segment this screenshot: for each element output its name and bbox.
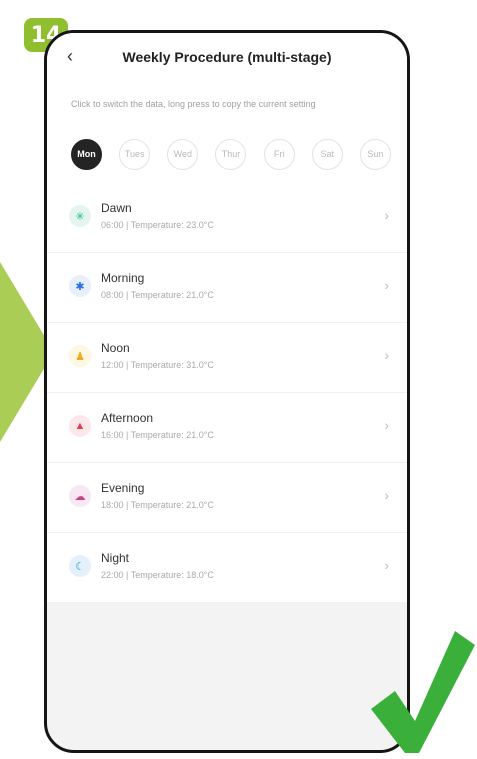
chevron-right-icon: › bbox=[384, 417, 389, 433]
stage-row-noon[interactable]: ♟ Noon 12:00 | Temperature: 31.0°C › bbox=[47, 323, 407, 393]
stage-detail: 16:00 | Temperature: 21.0°C bbox=[101, 430, 214, 440]
cloud-moon-icon: ☁ bbox=[69, 485, 91, 507]
stage-row-evening[interactable]: ☁ Evening 18:00 | Temperature: 21.0°C › bbox=[47, 463, 407, 533]
phone-screen: ‹ Weekly Procedure (multi-stage) Click t… bbox=[44, 30, 410, 753]
header: ‹ Weekly Procedure (multi-stage) Click t… bbox=[47, 33, 407, 183]
day-sat[interactable]: Sat bbox=[311, 138, 343, 170]
stage-name: Afternoon bbox=[101, 411, 154, 425]
stage-list: ✳ Dawn 06:00 | Temperature: 23.0°C › ✱ Mornin… bbox=[47, 183, 407, 603]
day-thur[interactable]: Thur bbox=[215, 138, 247, 170]
stage-name: Dawn bbox=[101, 201, 132, 215]
stage-name: Night bbox=[101, 551, 130, 565]
sunrise-icon: ✳ bbox=[69, 205, 91, 227]
stage-name: Evening bbox=[101, 481, 145, 495]
stage-name: Noon bbox=[101, 341, 130, 355]
page-title: Weekly Procedure (multi-stage) bbox=[122, 49, 332, 65]
day-tues[interactable]: Tues bbox=[119, 138, 151, 170]
stage-detail: 22:00 | Temperature: 18.0°C bbox=[101, 570, 214, 580]
day-mon[interactable]: Mon bbox=[71, 138, 102, 170]
stage-detail: 08:00 | Temperature: 21.0°C bbox=[101, 290, 214, 300]
stage-row-morning[interactable]: ✱ Morning 08:00 | Temperature: 21.0°C › bbox=[47, 253, 407, 323]
chevron-right-icon: › bbox=[384, 347, 389, 363]
day-selector: Mon Tues Wed Thur Fri Sat Sun bbox=[71, 138, 391, 170]
hint-text: Click to switch the data, long press to … bbox=[71, 99, 316, 109]
sun-icon: ✱ bbox=[69, 275, 91, 297]
stage-detail: 06:00 | Temperature: 23.0°C bbox=[101, 220, 214, 230]
day-fri[interactable]: Fri bbox=[263, 138, 295, 170]
stage-row-afternoon[interactable]: ▲ Afternoon 16:00 | Temperature: 21.0°C › bbox=[47, 393, 407, 463]
home-icon: ▲ bbox=[69, 415, 91, 437]
stage-detail: 18:00 | Temperature: 21.0°C bbox=[101, 500, 214, 510]
stage-row-dawn[interactable]: ✳ Dawn 06:00 | Temperature: 23.0°C › bbox=[47, 183, 407, 253]
checkmark-icon bbox=[371, 631, 475, 753]
chevron-right-icon: › bbox=[384, 557, 389, 573]
moon-icon: ☾ bbox=[69, 555, 91, 577]
day-wed[interactable]: Wed bbox=[167, 138, 199, 170]
chevron-right-icon: › bbox=[384, 207, 389, 223]
chevron-right-icon: › bbox=[384, 487, 389, 503]
chevron-right-icon: › bbox=[384, 277, 389, 293]
stage-detail: 12:00 | Temperature: 31.0°C bbox=[101, 360, 214, 370]
day-sun[interactable]: Sun bbox=[359, 138, 391, 170]
stage-name: Morning bbox=[101, 271, 145, 285]
person-icon: ♟ bbox=[69, 345, 91, 367]
stage-row-night[interactable]: ☾ Night 22:00 | Temperature: 18.0°C › bbox=[47, 533, 407, 603]
